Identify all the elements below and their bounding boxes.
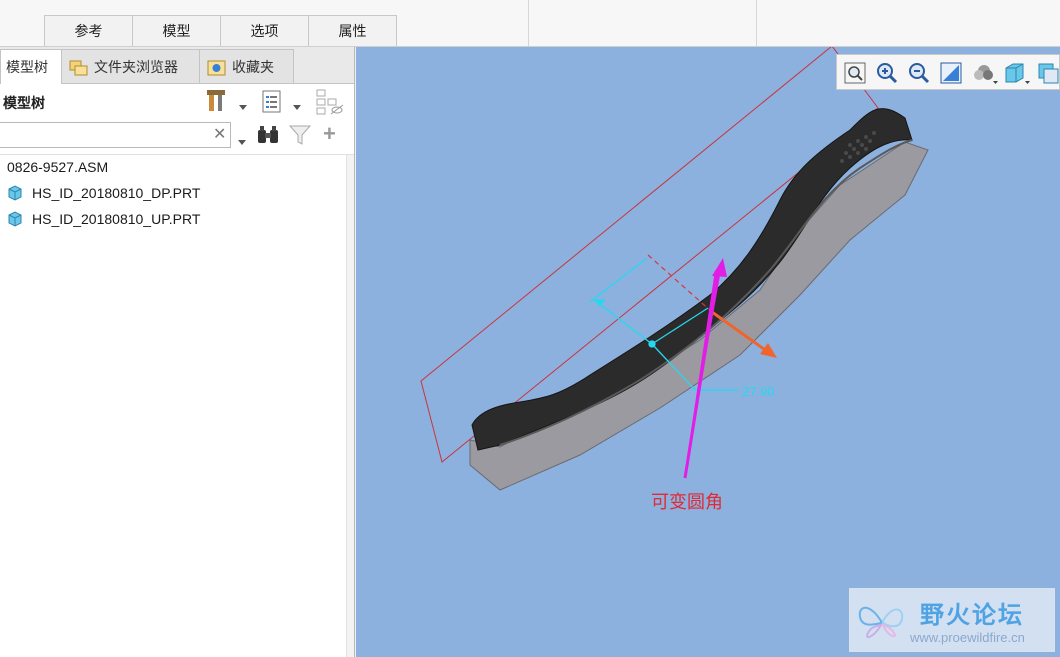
ribbon-divider (528, 0, 529, 46)
graphics-viewport[interactable]: 27.90 可变圆角 (356, 47, 1060, 657)
favorites-icon (206, 58, 226, 76)
ribbon-bar: 参考 模型 选项 属性 (0, 0, 1060, 47)
panel-tabs: 模型树 文件夹浏览器 收藏夹 (0, 47, 354, 84)
tree-columns-icon[interactable] (316, 89, 344, 118)
tab-references[interactable]: 参考 (44, 15, 133, 46)
panel-title: 模型树 (3, 95, 45, 111)
tree-item[interactable]: HS_ID_20180810_DP.PRT (6, 181, 200, 205)
tab-options-label: 选项 (250, 23, 279, 39)
saved-views-icon[interactable] (1035, 61, 1059, 85)
find-icon[interactable] (256, 124, 280, 149)
dimension-value[interactable]: 27.90 (742, 384, 775, 399)
part-icon (6, 184, 24, 202)
show-list-icon[interactable] (261, 90, 283, 117)
filter-icon[interactable] (288, 125, 312, 148)
folder-browser-icon (68, 58, 88, 76)
tab-favorites[interactable]: 收藏夹 (199, 49, 294, 83)
axis-dashed (647, 254, 713, 313)
search-input[interactable] (0, 122, 231, 148)
tree-item-label: HS_ID_20180810_DP.PRT (32, 185, 201, 201)
view-toolbar (836, 54, 1060, 90)
clear-icon[interactable]: ✕ (213, 127, 226, 143)
tree-settings-icon[interactable] (206, 88, 230, 117)
model-tree: 0826-9527.ASM HS_ID_20180810_DP.PRT HS_I… (0, 155, 347, 655)
tree-root-item[interactable]: 0826-9527.ASM (7, 155, 108, 179)
forum-watermark: 野火论坛 www.proewildfire.cn (849, 588, 1055, 652)
tab-model-tree-label: 模型树 (6, 59, 48, 75)
tab-properties-label: 属性 (338, 23, 367, 39)
watermark-title: 野火论坛 (920, 602, 1024, 629)
refit-icon[interactable] (843, 61, 867, 85)
display-style-icon[interactable] (1003, 61, 1030, 85)
chevron-down-icon[interactable] (238, 98, 248, 114)
search-row: ✕ + (0, 120, 354, 155)
chevron-down-icon[interactable] (292, 98, 302, 114)
chevron-down-icon[interactable] (237, 133, 247, 149)
tab-references-label: 参考 (74, 23, 103, 39)
tab-properties[interactable]: 属性 (308, 15, 397, 46)
tree-root-label: 0826-9527.ASM (7, 159, 109, 175)
navigator-panel: 模型树 文件夹浏览器 收藏夹 模型树 ✕ + 0826-9527.ASM HS_… (0, 47, 355, 657)
tree-header: 模型树 (0, 84, 354, 120)
annotation-label: 可变圆角 (651, 492, 723, 513)
tab-model-label: 模型 (162, 23, 191, 39)
tab-folder-browser-label: 文件夹浏览器 (94, 58, 178, 75)
ribbon-divider (756, 0, 757, 46)
tab-favorites-label: 收藏夹 (232, 58, 274, 75)
tree-item[interactable]: HS_ID_20180810_UP.PRT (6, 207, 200, 231)
add-icon[interactable]: + (323, 123, 336, 145)
butterfly-logo-icon (854, 593, 910, 652)
tree-item-label: HS_ID_20180810_UP.PRT (32, 211, 201, 227)
model-view: 27.90 可变圆角 (420, 47, 929, 513)
tab-options[interactable]: 选项 (220, 15, 309, 46)
vertical-scrollbar[interactable] (346, 155, 354, 657)
zoom-out-icon[interactable] (907, 61, 931, 85)
repaint-icon[interactable] (939, 61, 963, 85)
watermark-url: www.proewildfire.cn (910, 630, 1025, 645)
zoom-in-icon[interactable] (875, 61, 899, 85)
tab-folder-browser[interactable]: 文件夹浏览器 (61, 49, 200, 83)
tab-model-tree[interactable]: 模型树 (0, 49, 62, 84)
part-icon (6, 210, 24, 228)
appearance-icon[interactable] (971, 61, 998, 85)
tab-model[interactable]: 模型 (132, 15, 221, 46)
